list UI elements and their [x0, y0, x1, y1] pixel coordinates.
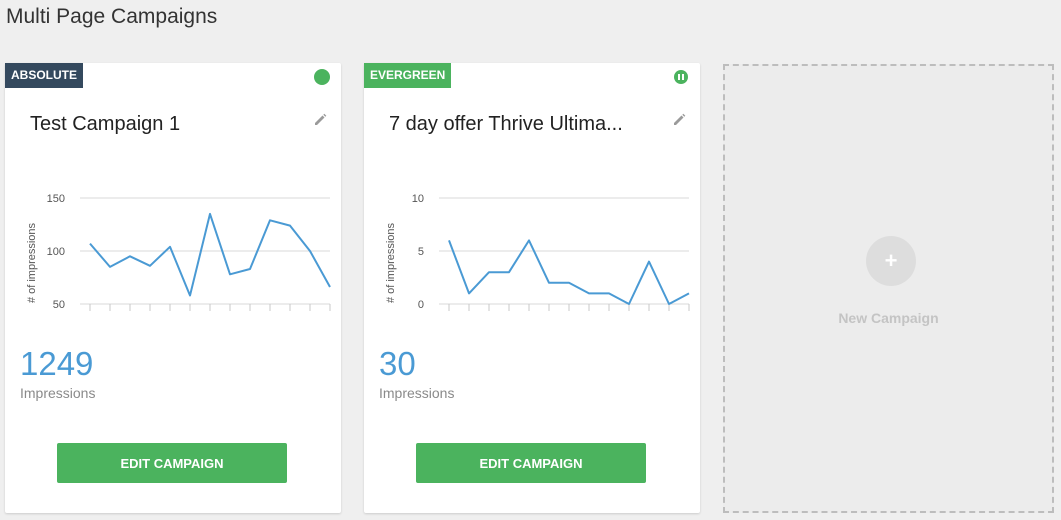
y-tick-label: 0	[418, 299, 424, 311]
plus-icon[interactable]: +	[866, 236, 916, 286]
impressions-chart: 150 100 50 # of impressions	[26, 193, 331, 311]
impressions-count: 1249	[20, 345, 94, 382]
y-tick-label: 5	[418, 246, 424, 258]
campaign-card: ABSOLUTE Test Campaign 1 150 100 50 # of im…	[5, 63, 341, 513]
y-axis-title: # of impressions	[385, 222, 397, 303]
campaign-card: EVERGREEN 7 day offer Thrive Ultima... 1…	[364, 63, 700, 513]
impressions-label: Impressions	[20, 385, 96, 401]
impressions-label: Impressions	[379, 385, 455, 401]
y-tick-label: 150	[47, 193, 65, 205]
y-tick-label: 100	[47, 246, 65, 258]
campaign-name: 7 day offer Thrive Ultima...	[389, 113, 623, 135]
status-paused-icon[interactable]	[674, 70, 688, 84]
status-active-icon[interactable]	[314, 69, 330, 85]
campaign-type-badge: ABSOLUTE	[5, 63, 83, 88]
campaign-name: Test Campaign 1	[30, 113, 181, 135]
y-tick-label: 50	[53, 299, 65, 311]
pencil-icon[interactable]	[672, 113, 686, 127]
pencil-icon[interactable]	[313, 113, 327, 127]
edit-campaign-button[interactable]: EDIT CAMPAIGN	[57, 443, 287, 483]
new-campaign-label: New Campaign	[838, 310, 939, 326]
y-tick-label: 10	[412, 193, 424, 205]
impressions-series-line	[89, 212, 331, 297]
campaign-type-badge: EVERGREEN	[364, 63, 452, 88]
impressions-count: 30	[379, 345, 416, 382]
edit-campaign-button[interactable]: EDIT CAMPAIGN	[416, 443, 646, 483]
new-campaign-card[interactable]: + New Campaign	[723, 64, 1054, 513]
impressions-series-line	[448, 239, 690, 305]
y-axis-title: # of impressions	[26, 222, 38, 303]
page-title: Multi Page Campaigns	[6, 5, 218, 28]
impressions-chart: 10 5 0 # of impressions	[385, 193, 690, 311]
